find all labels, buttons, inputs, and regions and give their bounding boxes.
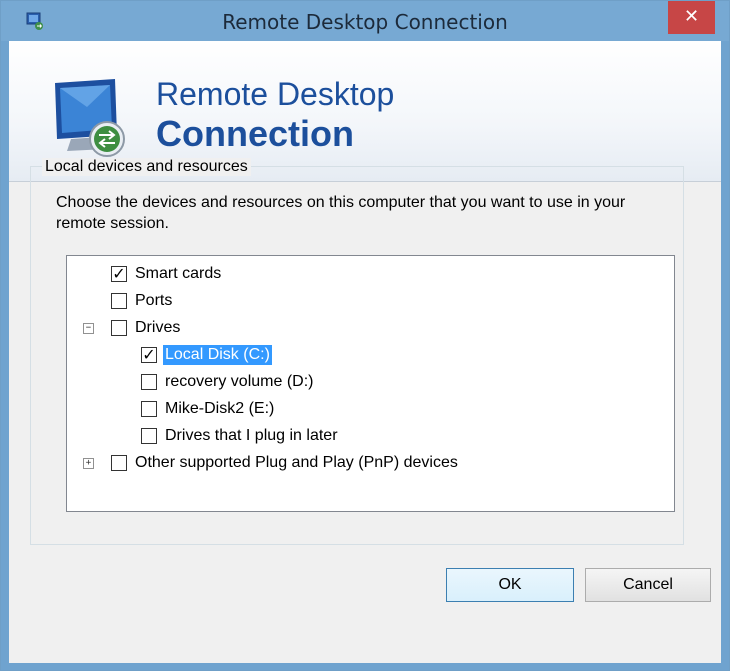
banner-title-line1: Remote Desktop: [156, 76, 395, 112]
drives-checkbox[interactable]: [111, 320, 127, 336]
remote-desktop-monitor-icon: [55, 79, 125, 157]
tree-item-label: Smart cards: [135, 265, 222, 282]
collapse-icon[interactable]: −: [83, 323, 94, 334]
expand-icon[interactable]: +: [83, 458, 94, 469]
drives-plug-in-later-checkbox[interactable]: [141, 428, 157, 444]
ok-button[interactable]: OK: [446, 568, 574, 602]
tree-item-label: Local Disk (C:): [163, 345, 272, 365]
tree-item-label: Other supported Plug and Play (PnP) devi…: [135, 454, 458, 471]
tree-item-label: Drives that I plug in later: [165, 427, 338, 444]
tree-item-label: recovery volume (D:): [165, 373, 314, 390]
title-bar[interactable]: Remote Desktop Connection ✕: [1, 1, 729, 41]
banner-title-line2: Connection: [156, 113, 354, 154]
close-button[interactable]: ✕: [668, 1, 715, 34]
window-title: Remote Desktop Connection: [222, 10, 508, 34]
local-disk-c-checkbox[interactable]: ✓: [141, 347, 157, 363]
recovery-volume-d-checkbox[interactable]: [141, 374, 157, 390]
ports-checkbox[interactable]: [111, 293, 127, 309]
group-label: Local devices and resources: [42, 158, 251, 176]
tree-item-label: Drives: [135, 319, 181, 336]
smart-cards-checkbox[interactable]: ✓: [111, 266, 127, 282]
pnp-devices-checkbox[interactable]: [111, 455, 127, 471]
mike-disk2-e-checkbox[interactable]: [141, 401, 157, 417]
group-description: Choose the devices and resources on this…: [56, 194, 626, 232]
tree-item-label: Mike-Disk2 (E:): [165, 400, 275, 417]
tree-item-label: Ports: [135, 292, 173, 309]
devices-tree[interactable]: ✓ Smart cards Ports − Drives ✓ Local Dis…: [66, 255, 675, 512]
cancel-button[interactable]: Cancel: [585, 568, 711, 602]
